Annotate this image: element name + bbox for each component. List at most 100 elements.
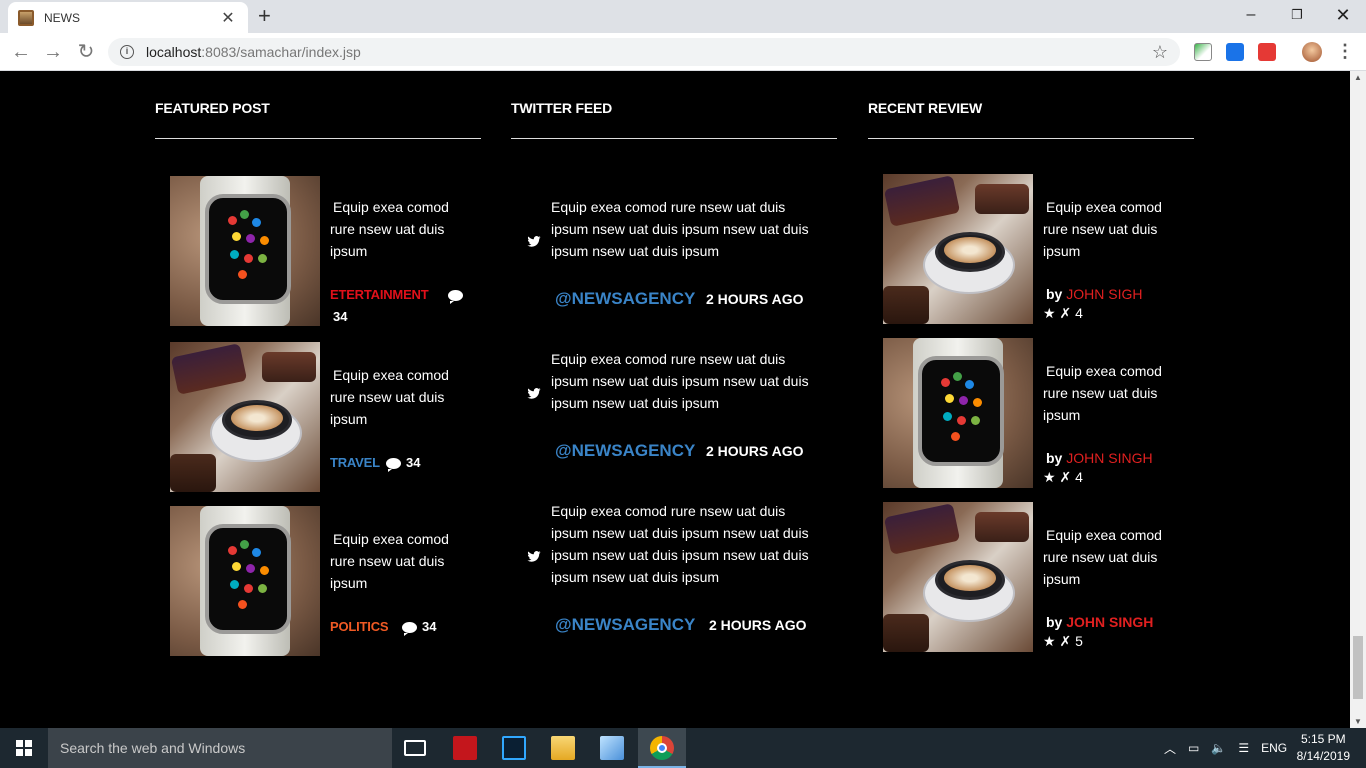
- tweet-text-line: Equip exea comod rure nsew uat duis: [551, 503, 786, 519]
- tweet-text-line: Equip exea comod rure nsew uat duis: [551, 351, 786, 367]
- author-link[interactable]: JOHN SINGH: [1066, 614, 1153, 630]
- post-thumbnail[interactable]: [170, 342, 320, 492]
- recent-review-heading: RECENT REVIEW: [868, 100, 983, 116]
- photoshop-icon[interactable]: [502, 736, 526, 760]
- post-excerpt-line: rure nsew uat duis: [330, 553, 445, 569]
- twitter-feed-heading: TWITTER FEED: [511, 100, 613, 116]
- review-rating: ★ ✗ 4: [1043, 469, 1083, 486]
- comment-icon: [448, 287, 466, 305]
- twitter-bird-icon: [527, 551, 541, 562]
- notifications-icon[interactable]: ☰: [1238, 741, 1249, 755]
- category-link[interactable]: TRAVEL: [330, 455, 380, 470]
- post-excerpt-line: ipsum: [330, 243, 368, 259]
- tweet-text-line: ipsum nsew uat duis ipsum nsew uat duis: [551, 221, 809, 237]
- review-excerpt-line: Equip exea comod: [1046, 363, 1162, 379]
- twitter-handle-link[interactable]: @NEWSAGENCY: [555, 289, 695, 309]
- tweet-text-line: ipsum nsew uat duis ipsum: [551, 569, 720, 585]
- post-thumbnail[interactable]: [170, 506, 320, 656]
- review-byline: by JOHN SINGH: [1046, 450, 1153, 466]
- twitter-bird-icon: [527, 236, 541, 247]
- close-tab-icon[interactable]: ✕: [218, 8, 238, 28]
- scrollbar-thumb[interactable]: [1353, 636, 1363, 699]
- by-label: by: [1046, 286, 1063, 302]
- back-icon[interactable]: ←: [8, 40, 34, 64]
- volume-icon[interactable]: 🔈: [1211, 741, 1226, 755]
- author-link[interactable]: JOHN SINGH: [1066, 450, 1152, 466]
- post-excerpt-line: Equip exea comod: [333, 367, 449, 383]
- taskbar-search-box[interactable]: Search the web and Windows: [48, 728, 392, 768]
- review-thumbnail[interactable]: [883, 502, 1033, 652]
- post-excerpt-line: rure nsew uat duis: [330, 221, 445, 237]
- restore-icon[interactable]: ❐: [1274, 4, 1320, 26]
- chrome-menu-icon[interactable]: ⋮: [1336, 41, 1354, 61]
- comment-icon: [402, 619, 420, 637]
- review-excerpt-line: Equip exea comod: [1046, 527, 1162, 543]
- featured-post-heading: FEATURED POST: [155, 100, 270, 116]
- taskbar-clock[interactable]: 5:15 PM 8/14/2019: [1297, 731, 1350, 765]
- reload-icon[interactable]: ↻: [73, 40, 99, 64]
- tweet-text-line: ipsum nsew uat duis ipsum: [551, 395, 720, 411]
- extension-sheets-icon[interactable]: [1194, 43, 1212, 61]
- extension-pdf-icon[interactable]: [1258, 43, 1276, 61]
- comment-count: 34: [333, 309, 348, 324]
- scroll-up-icon[interactable]: ▲: [1354, 73, 1362, 82]
- review-excerpt-line: rure nsew uat duis: [1043, 385, 1158, 401]
- comment-count: 34: [422, 619, 437, 634]
- review-byline: by JOHN SINGH: [1046, 614, 1153, 630]
- rating-separator-icon: ✗: [1059, 305, 1072, 321]
- divider: [511, 138, 837, 139]
- search-placeholder: Search the web and Windows: [60, 740, 246, 756]
- review-excerpt-line: rure nsew uat duis: [1043, 221, 1158, 237]
- app-cube-icon[interactable]: [600, 736, 624, 760]
- battery-icon[interactable]: ▭: [1188, 741, 1199, 755]
- twitter-handle-link[interactable]: @NEWSAGENCY: [555, 615, 695, 635]
- post-excerpt-line: Equip exea comod: [333, 531, 449, 547]
- rating-value: 4: [1075, 305, 1083, 321]
- by-label: by: [1046, 614, 1063, 630]
- bookmark-star-icon[interactable]: ☆: [1152, 42, 1168, 63]
- tweet-text-line: ipsum nsew uat duis ipsum nsew uat duis: [551, 373, 809, 389]
- review-byline: by JOHN SIGH: [1046, 286, 1142, 302]
- start-button[interactable]: [0, 728, 48, 768]
- extension-search-icon[interactable]: [1226, 43, 1244, 61]
- minimize-icon[interactable]: –: [1228, 4, 1274, 26]
- twitter-handle-link[interactable]: @NEWSAGENCY: [555, 441, 695, 461]
- favicon-icon: [18, 9, 34, 26]
- comment-icon: [386, 455, 404, 473]
- post-excerpt-line: ipsum: [330, 411, 368, 427]
- language-indicator[interactable]: ENG: [1261, 741, 1287, 755]
- address-bar[interactable]: i localhost:8083/samachar/index.jsp ☆: [108, 38, 1180, 66]
- category-link[interactable]: ETERTAINMENT: [330, 287, 429, 302]
- page-scrollbar[interactable]: ▲ ▼: [1350, 71, 1366, 728]
- clock-time: 5:15 PM: [1300, 732, 1346, 746]
- close-window-icon[interactable]: ✕: [1320, 4, 1366, 26]
- author-link[interactable]: JOHN SIGH: [1066, 286, 1142, 302]
- rating-value: 4: [1075, 469, 1083, 485]
- task-view-icon[interactable]: [404, 740, 426, 756]
- review-thumbnail[interactable]: [883, 174, 1033, 324]
- review-rating: ★ ✗ 4: [1043, 305, 1083, 322]
- review-excerpt-line: rure nsew uat duis: [1043, 549, 1158, 565]
- category-link[interactable]: POLITICS: [330, 619, 389, 634]
- file-explorer-icon[interactable]: [551, 736, 575, 760]
- divider: [155, 138, 481, 139]
- site-info-icon[interactable]: i: [120, 45, 134, 59]
- url-host: localhost: [146, 44, 202, 60]
- browser-tab[interactable]: NEWS ✕: [8, 2, 248, 33]
- tray-chevron-icon[interactable]: ︿: [1164, 740, 1176, 757]
- tweet-text-line: ipsum nsew uat duis ipsum nsew uat duis: [551, 525, 809, 541]
- star-icon: ★: [1043, 469, 1056, 485]
- acrobat-icon[interactable]: [453, 736, 477, 760]
- tweet-time: 2 HOURS AGO: [706, 291, 804, 307]
- windows-taskbar: Search the web and Windows ︿ ▭ 🔈 ☰ ENG 5…: [0, 728, 1366, 768]
- tweet-text-line: Equip exea comod rure nsew uat duis: [551, 199, 786, 215]
- post-thumbnail[interactable]: [170, 176, 320, 326]
- profile-avatar[interactable]: [1302, 42, 1322, 62]
- scroll-down-icon[interactable]: ▼: [1354, 717, 1362, 726]
- chrome-taskbar-button[interactable]: [638, 728, 686, 768]
- review-thumbnail[interactable]: [883, 338, 1033, 488]
- by-label: by: [1046, 450, 1063, 466]
- new-tab-icon[interactable]: +: [258, 5, 271, 27]
- review-excerpt-line: Equip exea comod: [1046, 199, 1162, 215]
- forward-icon[interactable]: →: [40, 40, 66, 64]
